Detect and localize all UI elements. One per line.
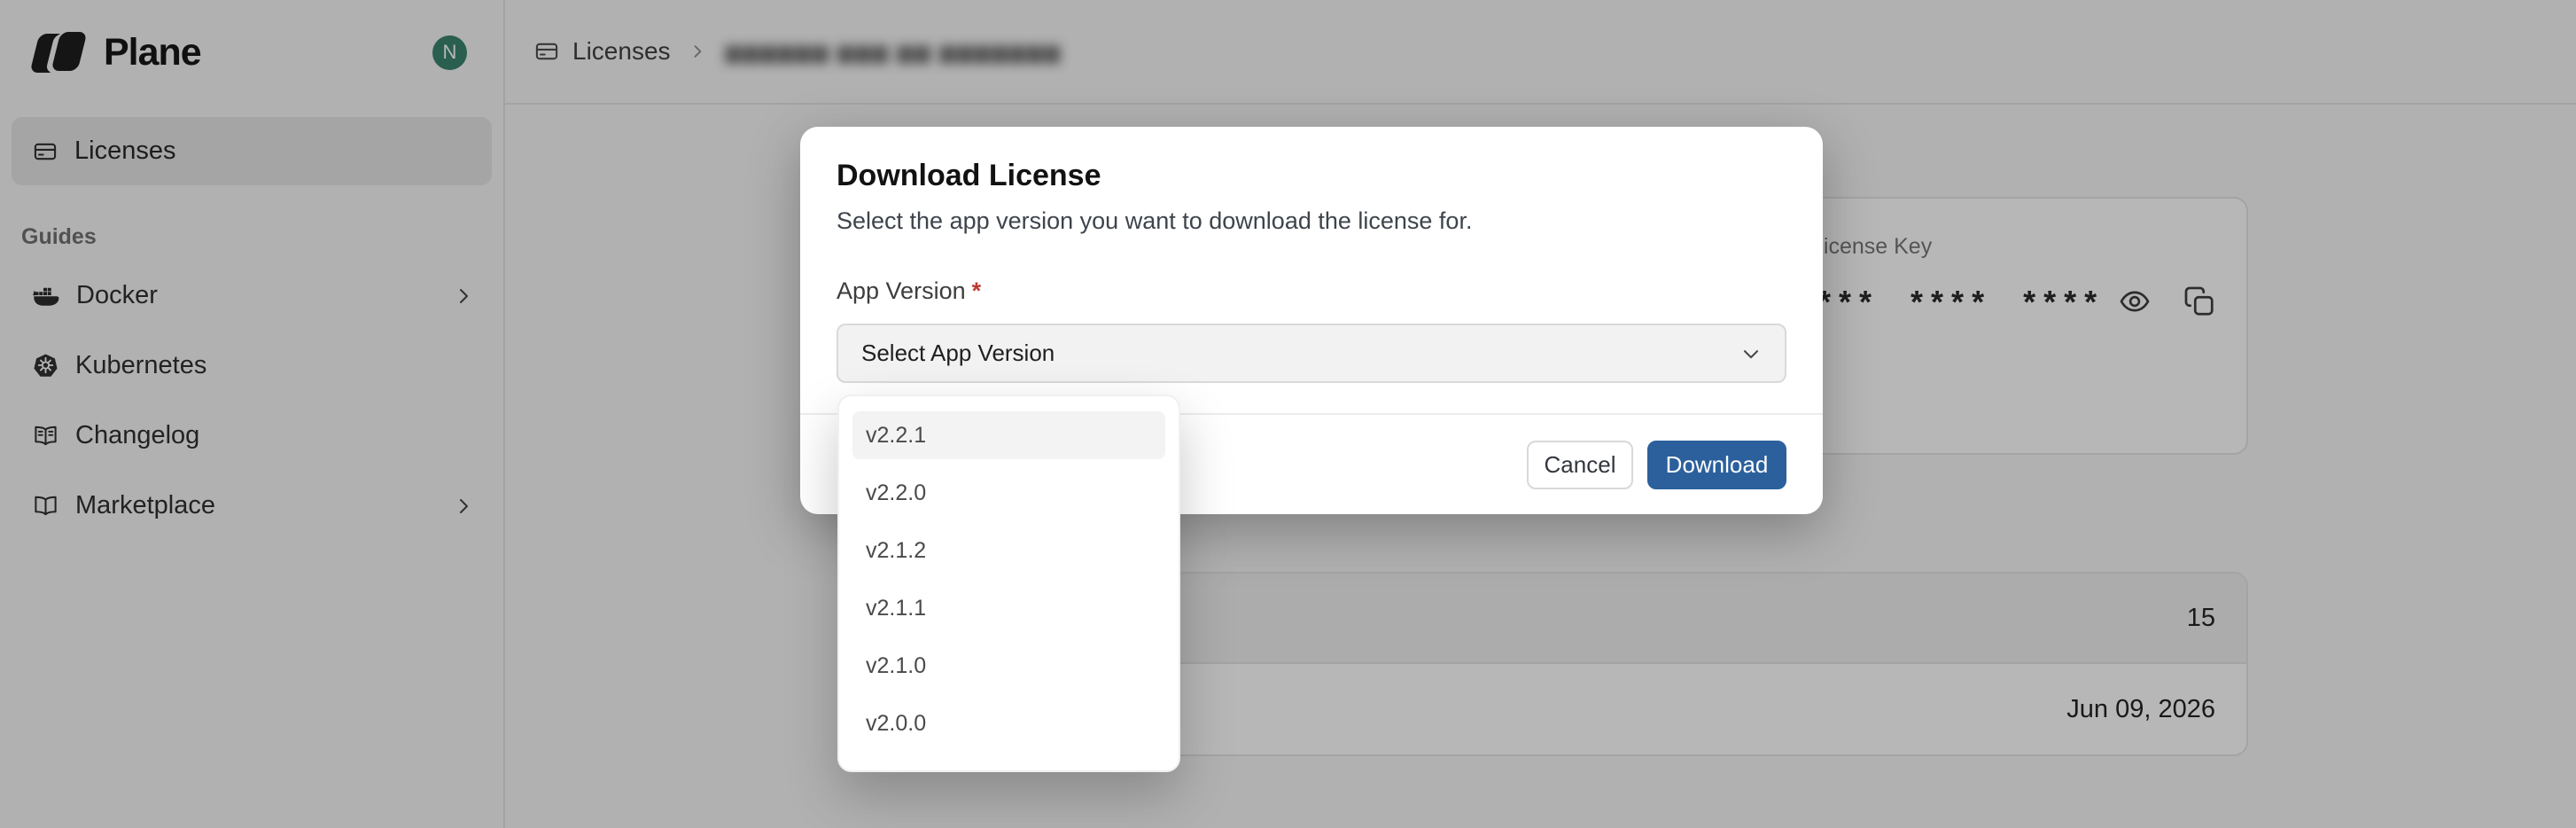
app-version-dropdown: v2.2.1 v2.2.0 v2.1.2 v2.1.1 v2.1.0 v2.0.… — [837, 394, 1180, 772]
download-button[interactable]: Download — [1647, 441, 1786, 489]
version-option[interactable]: v2.0.0 — [852, 699, 1165, 747]
app-root: { "brand": { "name": "Plane", "avatar_in… — [0, 0, 2576, 828]
app-version-select[interactable]: Select App Version — [837, 324, 1786, 383]
version-option[interactable]: v2.2.1 — [852, 411, 1165, 459]
cancel-button[interactable]: Cancel — [1527, 441, 1633, 489]
version-option[interactable]: v2.1.0 — [852, 642, 1165, 690]
version-option[interactable]: v2.1.2 — [852, 527, 1165, 574]
select-placeholder: Select App Version — [861, 340, 1055, 367]
version-option[interactable]: v2.2.0 — [852, 469, 1165, 517]
modal-subtitle: Select the app version you want to downl… — [837, 207, 1472, 235]
version-option[interactable]: v2.1.1 — [852, 584, 1165, 632]
modal-title: Download License — [837, 159, 1101, 193]
chevron-down-icon — [1739, 341, 1763, 366]
app-version-label: App Version* — [837, 277, 981, 305]
required-asterisk: * — [972, 277, 982, 304]
